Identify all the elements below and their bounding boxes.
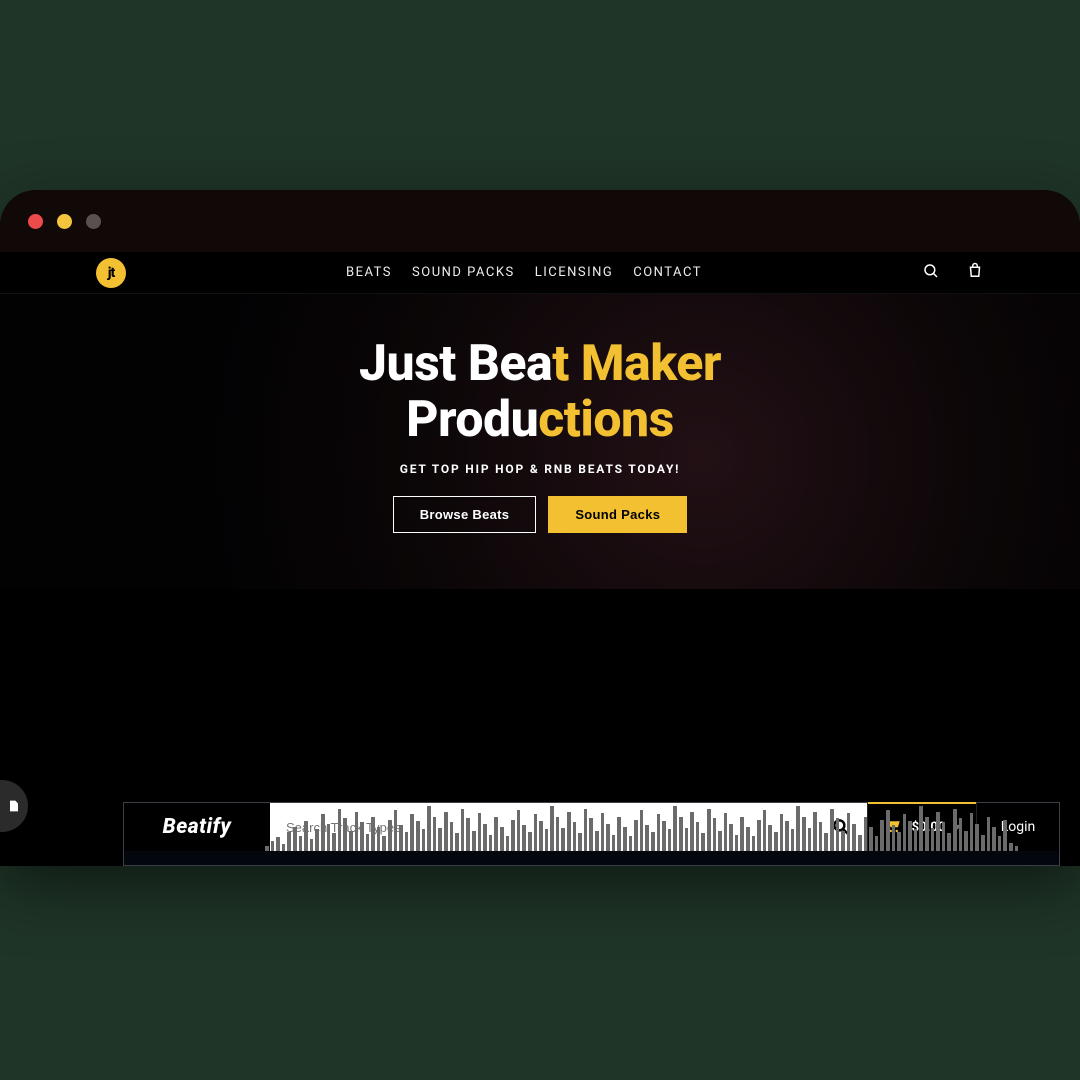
- site-logo[interactable]: jt: [96, 258, 126, 288]
- hero-section: Just Beat Maker Productions GET TOP HIP …: [0, 294, 1080, 589]
- hero-buttons: Browse Beats Sound Packs: [20, 496, 1060, 533]
- site-navbar: jt BEATS SOUND PACKS LICENSING CONTACT: [0, 252, 1080, 294]
- nav-link-beats[interactable]: BEATS: [346, 265, 392, 280]
- search-icon[interactable]: [922, 262, 940, 284]
- nav-links: BEATS SOUND PACKS LICENSING CONTACT: [346, 265, 702, 280]
- hero-subtitle: GET TOP HIP HOP & RNB BEATS TODAY!: [20, 462, 1060, 476]
- nav-right: [922, 262, 984, 284]
- beatify-brand: Beatify: [124, 803, 270, 851]
- beatify-panel: Beatify $0.00 ▾ Login Taste | Cit: [123, 802, 1060, 866]
- hero-title: Just Beat Maker Productions: [20, 336, 1060, 448]
- window-minimize-dot[interactable]: [57, 214, 72, 229]
- cart-icon[interactable]: [966, 262, 984, 284]
- nav-link-contact[interactable]: CONTACT: [633, 265, 702, 280]
- browse-beats-button[interactable]: Browse Beats: [393, 496, 537, 533]
- window-zoom-dot[interactable]: [86, 214, 101, 229]
- window-close-dot[interactable]: [28, 214, 43, 229]
- sound-packs-button[interactable]: Sound Packs: [548, 496, 687, 533]
- featured-track: Taste | City Girls Type Beat GENRE TRAP …: [124, 851, 1059, 866]
- mac-titlebar: [0, 190, 1080, 252]
- nav-link-soundpacks[interactable]: SOUND PACKS: [412, 265, 515, 280]
- waveform[interactable]: [265, 783, 1019, 851]
- site-logo-text: jt: [108, 265, 115, 281]
- browser-window: jt BEATS SOUND PACKS LICENSING CONTACT J…: [0, 190, 1080, 866]
- nav-link-licensing[interactable]: LICENSING: [535, 265, 614, 280]
